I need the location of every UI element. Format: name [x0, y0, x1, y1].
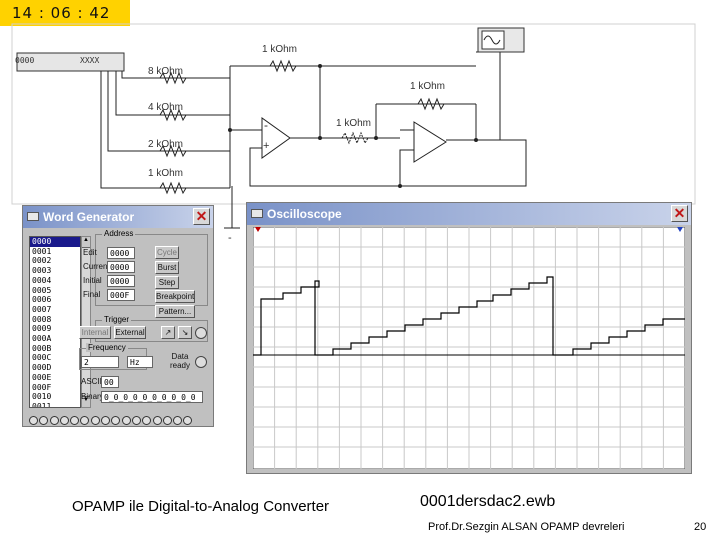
bit-terminal[interactable] — [121, 416, 131, 425]
list-item[interactable]: 000A — [30, 334, 80, 344]
bit-terminal[interactable] — [80, 416, 90, 425]
list-item[interactable]: 0010 — [30, 392, 80, 402]
page-number: 20 — [694, 521, 707, 533]
bit-terminal[interactable] — [111, 416, 121, 425]
bit-terminal[interactable] — [70, 416, 80, 425]
list-item[interactable]: 0004 — [30, 276, 80, 286]
data-ready-indicator — [195, 356, 207, 368]
list-item[interactable]: 000B — [30, 344, 80, 354]
external-button[interactable]: External — [114, 326, 146, 339]
output-bit-terminals — [29, 412, 194, 430]
bit-terminal[interactable] — [90, 416, 100, 425]
list-item[interactable]: 0001 — [30, 247, 80, 257]
list-item[interactable]: 000C — [30, 353, 80, 363]
trigger-falling-icon[interactable]: ↘ — [178, 326, 192, 339]
list-item[interactable]: 0011 — [30, 402, 80, 407]
edit-field[interactable]: 0000 — [107, 247, 135, 259]
bit-terminal[interactable] — [152, 416, 162, 425]
list-item[interactable]: 0002 — [30, 256, 80, 266]
initial-field[interactable]: 0000 — [107, 275, 135, 287]
window-icon — [251, 209, 263, 218]
ascii-label: ASCII — [81, 377, 102, 386]
trigger-group-title: Trigger — [102, 315, 132, 324]
display-left-value: 0000 — [15, 56, 35, 65]
frequency-input[interactable]: 2 — [81, 356, 119, 368]
initial-label: Initial — [83, 276, 102, 285]
oscilloscope-titlebar[interactable]: Oscilloscope — [247, 203, 691, 225]
address-group-title: Address — [102, 229, 136, 238]
binary-field[interactable]: 0_0_0_0_0_0_0_0_0_0 — [101, 391, 203, 403]
bit-terminal[interactable] — [101, 416, 111, 425]
trigger-rising-icon[interactable]: ↗ — [161, 326, 175, 339]
opamp-plus-label: + — [263, 140, 270, 152]
resistor-label-1k: 1 kOhm — [148, 168, 184, 179]
list-item[interactable]: 000D — [30, 363, 80, 373]
close-button[interactable]: ✕ — [193, 208, 210, 225]
window-icon — [27, 212, 39, 221]
cycle-button[interactable]: Cycle — [155, 246, 179, 259]
list-item[interactable]: 0006 — [30, 295, 80, 305]
burst-button[interactable]: Burst — [155, 261, 179, 274]
current-field[interactable]: 0000 — [107, 261, 135, 273]
caption-left: OPAMP ile Digital-to-Analog Converter — [72, 498, 330, 515]
word-list[interactable]: 0000 0001 0002 0003 0004 0005 0006 0007 … — [29, 236, 81, 408]
bit-terminal[interactable] — [49, 416, 59, 425]
list-item[interactable]: 000F — [30, 383, 80, 393]
list-item[interactable]: 000E — [30, 373, 80, 383]
frequency-group-title: Frequency — [86, 343, 128, 352]
list-item[interactable]: 0009 — [30, 324, 80, 334]
frequency-unit-select[interactable]: Hz — [127, 356, 153, 368]
oscilloscope-screen[interactable] — [253, 227, 685, 469]
ascii-field[interactable]: 00 — [101, 376, 119, 388]
resistor-label-2k: 2 kOhm — [148, 139, 184, 150]
list-item[interactable]: 0003 — [30, 266, 80, 276]
scroll-up-icon[interactable]: ▲ — [82, 237, 90, 248]
trigger-radio[interactable] — [195, 327, 207, 339]
word-generator-window: Word Generator ✕ 0000 0001 0002 0003 000… — [22, 205, 214, 427]
bit-terminal[interactable] — [183, 416, 193, 425]
resistor-label-1: 1 kOhm — [262, 44, 298, 55]
oscilloscope-title: Oscilloscope — [267, 207, 342, 221]
resistor-label-input: 1 kOhm — [336, 118, 372, 129]
resistor-label-4k: 4 kOhm — [148, 102, 184, 113]
bit-terminal[interactable] — [173, 416, 183, 425]
final-label: Final — [83, 290, 101, 299]
oscilloscope-window: Oscilloscope ✕ — [246, 202, 692, 474]
word-generator-title: Word Generator — [43, 210, 135, 224]
internal-button[interactable]: Internal — [79, 326, 111, 339]
bit-terminal[interactable] — [29, 416, 38, 425]
current-label: Current — [83, 262, 110, 271]
word-generator-titlebar[interactable]: Word Generator — [23, 206, 213, 228]
opamp-minus-label: - — [264, 118, 268, 132]
ground-label: - — [228, 232, 232, 244]
bit-terminal[interactable] — [131, 416, 141, 425]
bit-terminal[interactable] — [162, 416, 172, 425]
step-button[interactable]: Step — [155, 276, 179, 289]
final-field[interactable]: 000F — [107, 289, 135, 301]
author-label: Prof.Dr.Sezgin ALSAN OPAMP devreleri — [428, 521, 625, 533]
resistor-label-8k: 8 kOhm — [148, 66, 184, 77]
breakpoint-button[interactable]: Breakpoint — [155, 290, 195, 303]
list-item[interactable]: 0007 — [30, 305, 80, 315]
bit-terminal[interactable] — [59, 416, 69, 425]
data-ready-label: Data ready — [169, 352, 190, 370]
caption-filename: 0001dersdac2.ewb — [420, 493, 556, 510]
resistor-label-feedback: 1 kOhm — [410, 81, 446, 92]
list-item[interactable]: 0000 — [30, 237, 80, 247]
display-right-value: XXXX — [80, 56, 100, 65]
pattern-button[interactable]: Pattern... — [155, 305, 195, 318]
bit-terminal[interactable] — [39, 416, 49, 425]
edit-label: Edit — [83, 248, 97, 257]
list-item[interactable]: 0008 — [30, 315, 80, 325]
bit-terminal[interactable] — [142, 416, 152, 425]
close-button[interactable]: ✕ — [671, 205, 688, 222]
list-item[interactable]: 0005 — [30, 286, 80, 296]
